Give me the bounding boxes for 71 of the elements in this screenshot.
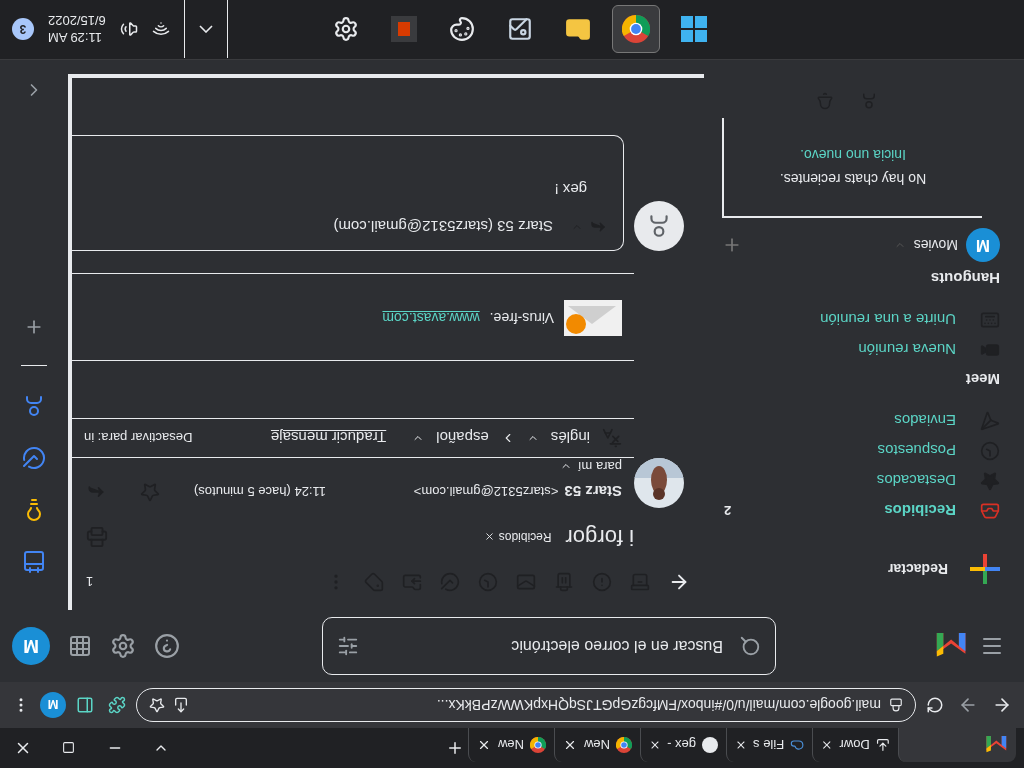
tray-button[interactable] (183, 0, 228, 59)
label-chip[interactable]: Recibidos (483, 530, 552, 544)
account-avatar[interactable]: M (12, 627, 50, 665)
gmail-logo-icon (984, 736, 1008, 754)
nav-item[interactable]: Unirte a una reunión (704, 305, 1024, 335)
user-avatar (634, 201, 684, 251)
source-language[interactable]: inglés (550, 429, 590, 447)
nav-item[interactable]: Enviados (704, 406, 1024, 436)
nav-item[interactable]: Pospuestos (704, 436, 1024, 466)
signature-text: Virus-free. (489, 310, 554, 326)
profile-avatar[interactable]: M (40, 692, 66, 718)
windows-icon (680, 16, 707, 43)
clock-time[interactable]: 11:29 AM (48, 30, 102, 46)
empty-message: No hay chats recientes. (779, 171, 927, 187)
volume-icon[interactable] (119, 20, 138, 39)
chrome-icon (530, 737, 546, 753)
cloud-icon (790, 737, 804, 753)
folder-icon (564, 16, 591, 43)
user-avatar: M (966, 228, 1000, 262)
nav-item[interactable]: Nueva reunión (704, 335, 1024, 365)
reply-recipient: Starz 53 (starz5312@gmail.com) (333, 218, 553, 236)
close-icon[interactable] (563, 738, 577, 752)
share-icon[interactable] (173, 697, 189, 713)
gmail-logo-icon (934, 633, 968, 659)
reply-text: gex ! (553, 181, 587, 198)
compose-button[interactable]: Redactar (864, 540, 1024, 598)
tasks-icon[interactable] (22, 446, 46, 470)
inbox-icon (980, 501, 1000, 521)
sender-email: <starz5312@gmail.com> (413, 484, 559, 500)
image-icon (506, 16, 533, 43)
caret-icon (198, 25, 213, 34)
plus-icon (970, 554, 1000, 584)
nav-item[interactable]: Destacados (704, 466, 1024, 496)
email-time: 11:24 (hace 5 minutos) (194, 484, 326, 500)
close-icon[interactable] (483, 531, 495, 543)
close-icon[interactable] (477, 738, 491, 752)
user-name[interactable]: Movies (913, 237, 958, 253)
taskbar-app[interactable] (611, 5, 660, 54)
page-count: 1 (86, 574, 94, 590)
search-bar[interactable]: Buscar en el correo electrónic (322, 617, 776, 675)
notification-badge[interactable]: 3 (12, 18, 34, 41)
chrome-icon (621, 15, 650, 44)
apps-icon[interactable] (68, 634, 92, 658)
translate-link[interactable]: Traducir mensaje (270, 429, 387, 447)
download-icon (875, 737, 890, 753)
bookmark-star-icon[interactable] (149, 697, 165, 713)
recipient-text: para mí (577, 459, 622, 474)
email-subject: i forgor (565, 524, 634, 550)
avast-link[interactable]: www.avast.com (382, 310, 480, 326)
clock-date[interactable]: 6/15/2022 (48, 13, 106, 29)
settings-icon[interactable] (110, 633, 136, 659)
nav-item[interactable]: Recibidos 2 (704, 496, 1024, 526)
office-icon (390, 16, 417, 43)
lock-icon (889, 698, 903, 712)
sender-name: Starz 53 (564, 483, 622, 501)
filter-icon[interactable] (337, 635, 359, 657)
search-field[interactable]: Buscar en el correo electrónic (373, 636, 725, 656)
section-title: Hangouts (929, 269, 1001, 289)
browser-tab[interactable] (898, 728, 1016, 762)
google-icon (702, 737, 718, 753)
help-icon[interactable] (154, 633, 180, 659)
chrome-icon (616, 737, 632, 753)
palette-icon (448, 16, 475, 43)
calendar-icon[interactable] (22, 550, 46, 574)
start-chat-link[interactable]: Inicia uno nuevo. (800, 147, 906, 163)
section-title: Meet (964, 370, 1001, 390)
search-icon[interactable] (739, 635, 761, 657)
disable-link[interactable]: Desactivar para: in (84, 430, 193, 446)
avast-logo-icon (564, 300, 622, 336)
settings-icon (332, 16, 359, 43)
target-language[interactable]: español (436, 429, 489, 447)
